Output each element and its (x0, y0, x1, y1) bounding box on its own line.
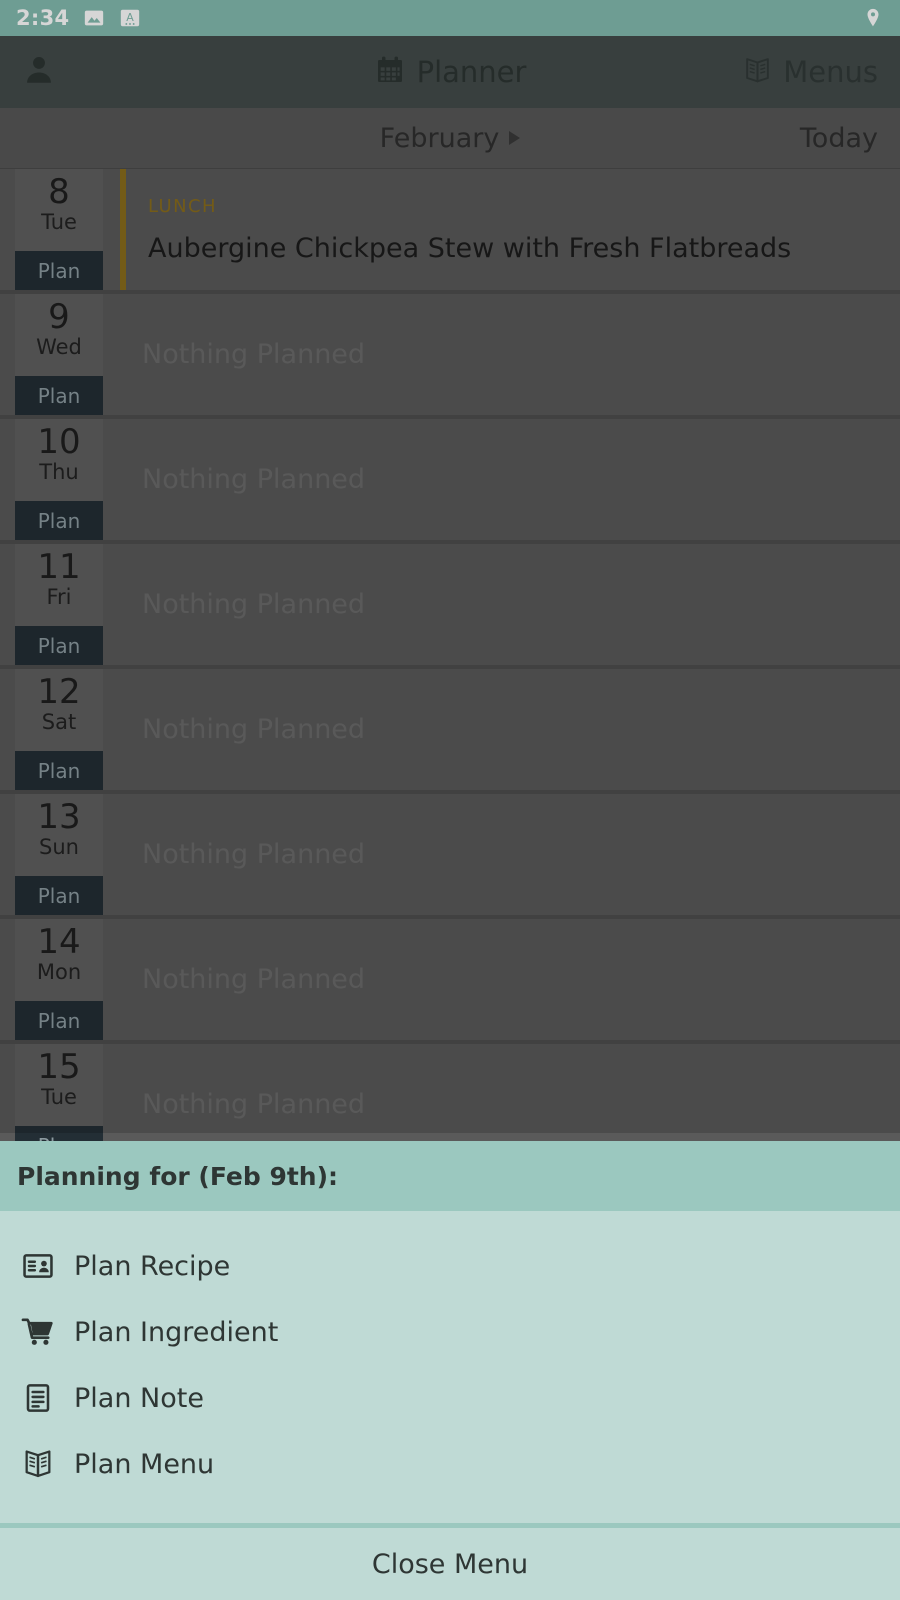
day-weekday: Sat (41, 709, 77, 734)
day-weekday: Sun (39, 834, 79, 859)
day-number: 15 (37, 1047, 81, 1087)
status-bar-clock: 2:34 (16, 6, 70, 30)
plan-action-sheet: Planning for (Feb 9th): Plan Recipe Plan … (0, 1141, 900, 1600)
day-number: 10 (37, 422, 81, 462)
month-selector[interactable]: February (0, 123, 900, 154)
image-icon (83, 7, 105, 29)
close-menu-label: Close Menu (371, 1548, 529, 1580)
day-entry[interactable]: Nothing Planned (120, 544, 900, 665)
day-entry[interactable]: Nothing Planned (120, 919, 900, 1040)
recipe-card-icon (20, 1249, 56, 1283)
menus-button[interactable]: Menus (742, 55, 878, 90)
action-sheet-item[interactable]: Plan Ingredient (0, 1299, 900, 1365)
svg-text:A: A (127, 11, 135, 24)
planner-app-screen: 2:34 A Planner Menus February Today 8 Tu… (0, 0, 900, 1600)
day-cell[interactable]: 14 Mon Plan (15, 919, 103, 1040)
action-sheet-item[interactable]: Plan Recipe (0, 1233, 900, 1299)
plan-button[interactable]: Plan (15, 376, 103, 415)
plan-button[interactable]: Plan (15, 626, 103, 665)
action-sheet-item-label: Plan Ingredient (74, 1316, 279, 1348)
empty-entry-text: Nothing Planned (142, 339, 366, 370)
meal-type-label: LUNCH (148, 195, 217, 217)
day-weekday: Fri (46, 584, 72, 609)
day-cell[interactable]: 10 Thu Plan (15, 419, 103, 540)
note-document-icon (20, 1381, 56, 1415)
shopping-cart-icon (20, 1315, 56, 1349)
meal-title: Aubergine Chickpea Stew with Fresh Flatb… (148, 232, 792, 264)
planner-day-row[interactable]: 13 Sun Plan Nothing Planned (0, 794, 900, 915)
person-icon (22, 53, 56, 91)
day-entry[interactable]: Nothing Planned (120, 669, 900, 790)
day-cell[interactable]: 11 Fri Plan (15, 544, 103, 665)
action-sheet-header: Planning for (Feb 9th): (0, 1141, 900, 1211)
location-pin-icon (862, 7, 884, 29)
action-sheet-item-label: Plan Menu (74, 1448, 215, 1480)
open-book-icon (742, 55, 773, 90)
day-number: 12 (37, 672, 81, 712)
day-cell[interactable]: 13 Sun Plan (15, 794, 103, 915)
plan-button[interactable]: Plan (15, 251, 103, 290)
empty-entry-text: Nothing Planned (142, 589, 366, 620)
day-weekday: Tue (41, 209, 77, 234)
day-number: 11 (37, 547, 81, 587)
action-sheet-item-label: Plan Note (74, 1382, 204, 1414)
day-cell[interactable]: 9 Wed Plan (15, 294, 103, 415)
day-weekday: Thu (39, 459, 79, 484)
planner-day-row[interactable]: 14 Mon Plan Nothing Planned (0, 919, 900, 1040)
empty-entry-text: Nothing Planned (142, 1089, 366, 1120)
plan-button[interactable]: Plan (15, 751, 103, 790)
page-title-label: Planner (416, 55, 527, 89)
today-button[interactable]: Today (800, 123, 878, 154)
planner-day-row[interactable]: 9 Wed Plan Nothing Planned (0, 294, 900, 415)
day-entry[interactable]: LUNCH Aubergine Chickpea Stew with Fresh … (120, 169, 900, 290)
open-book-icon (20, 1447, 56, 1481)
action-sheet-item[interactable]: Plan Note (0, 1365, 900, 1431)
action-sheet-title: Planning for (Feb 9th): (17, 1161, 339, 1191)
close-menu-button[interactable]: Close Menu (0, 1528, 900, 1600)
day-weekday: Tue (41, 1084, 77, 1109)
chevron-right-icon (509, 131, 521, 145)
day-entry[interactable]: Nothing Planned (120, 794, 900, 915)
plan-button[interactable]: Plan (15, 501, 103, 540)
empty-entry-text: Nothing Planned (142, 964, 366, 995)
action-sheet-item[interactable]: Plan Menu (0, 1431, 900, 1497)
day-number: 8 (48, 172, 70, 212)
menus-label: Menus (783, 55, 878, 89)
planner-day-row[interactable]: 10 Thu Plan Nothing Planned (0, 419, 900, 540)
plan-button[interactable]: Plan (15, 876, 103, 915)
profile-button[interactable] (22, 53, 56, 91)
planner-day-row[interactable]: 8 Tue Plan LUNCH Aubergine Chickpea Stew wit… (0, 169, 900, 290)
calendar-icon (374, 54, 406, 90)
action-sheet-items: Plan Recipe Plan Ingredient Plan Note Plan … (0, 1211, 900, 1523)
day-cell[interactable]: 12 Sat Plan (15, 669, 103, 790)
empty-entry-text: Nothing Planned (142, 464, 366, 495)
action-sheet-item-label: Plan Recipe (74, 1250, 231, 1282)
month-label: February (379, 122, 500, 154)
day-number: 14 (37, 922, 81, 962)
day-cell[interactable]: 8 Tue Plan (15, 169, 103, 290)
day-number: 9 (48, 297, 70, 337)
status-bar-left: 2:34 A (16, 6, 141, 30)
day-entry[interactable]: Nothing Planned (120, 294, 900, 415)
font-size-icon: A (119, 7, 141, 29)
planner-day-row[interactable]: 12 Sat Plan Nothing Planned (0, 669, 900, 790)
planner-day-row[interactable]: 11 Fri Plan Nothing Planned (0, 544, 900, 665)
day-entry[interactable]: Nothing Planned (120, 419, 900, 540)
month-bar: February Today (0, 108, 900, 169)
app-header: Planner Menus (0, 36, 900, 108)
day-weekday: Wed (36, 334, 82, 359)
status-bar: 2:34 A (0, 0, 900, 36)
empty-entry-text: Nothing Planned (142, 714, 366, 745)
status-bar-right (862, 7, 884, 29)
plan-button[interactable]: Plan (15, 1001, 103, 1040)
day-number: 13 (37, 797, 81, 837)
empty-entry-text: Nothing Planned (142, 839, 366, 870)
day-weekday: Mon (36, 959, 82, 984)
